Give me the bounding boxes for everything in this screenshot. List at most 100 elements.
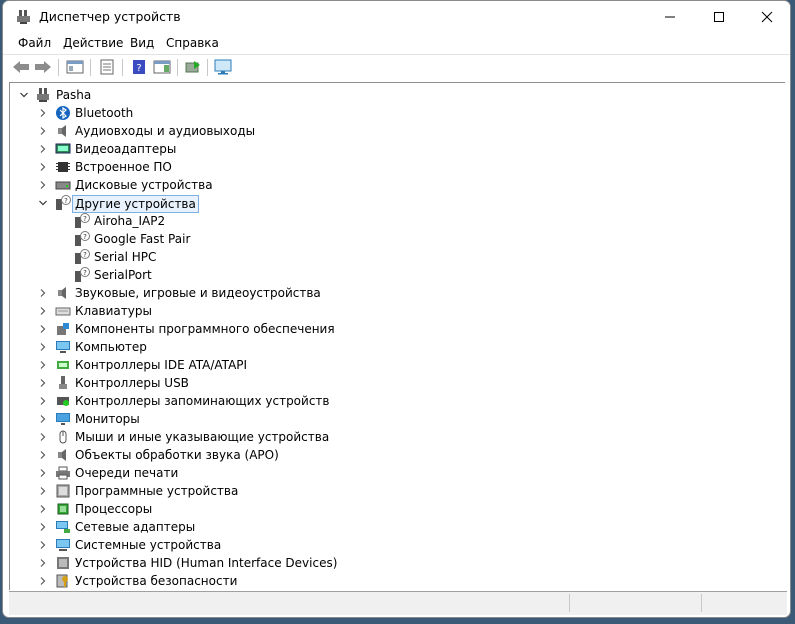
tree-category-row[interactable]: Аудиовходы и аудиовыходы <box>10 122 780 140</box>
update-driver-button[interactable] <box>183 57 203 77</box>
computer-root-icon <box>37 88 49 102</box>
expand-chevron-icon[interactable] <box>37 158 49 176</box>
status-bar <box>9 591 787 615</box>
tree-category-row[interactable]: Мониторы <box>10 410 780 428</box>
tree-category-row[interactable]: Звуковые, игровые и видеоустройства <box>10 284 780 302</box>
toolbar-separator <box>177 59 178 76</box>
title-bar[interactable]: Диспетчер устройств <box>3 1 790 33</box>
expand-chevron-icon[interactable] <box>37 302 49 320</box>
menu-action[interactable]: Действие <box>63 36 123 50</box>
menu-file[interactable]: Файл <box>18 36 51 50</box>
hid-icon <box>57 557 69 569</box>
security-device-icon <box>56 574 68 588</box>
maximize-icon <box>714 12 724 22</box>
tree-category-row[interactable]: Видеоадаптеры <box>10 140 780 158</box>
network-adapter-icon <box>56 521 70 533</box>
tree-category-label: Объекты обработки звука (APO) <box>75 448 279 462</box>
expand-chevron-icon[interactable] <box>37 446 49 464</box>
mouse-icon <box>59 430 67 444</box>
toolbar-separator <box>122 59 123 76</box>
vertical-scrollbar[interactable] <box>785 82 790 590</box>
maximize-button[interactable] <box>696 1 742 33</box>
storage-controller-icon <box>57 397 69 406</box>
show-hide-console-tree-button[interactable] <box>65 57 85 77</box>
tree-category-label: Видеоадаптеры <box>75 142 177 156</box>
usb-icon <box>59 376 67 389</box>
tree-category-row[interactable]: Программные устройства <box>10 482 780 500</box>
unknown-device-icon: ? <box>75 213 90 228</box>
device-tree[interactable]: Pasha Bluetooth Аудиовходы и аудиовыходы В… <box>9 82 785 590</box>
menu-view[interactable]: Вид <box>130 36 154 50</box>
tree-category-row[interactable]: Встроенное ПО <box>10 158 780 176</box>
tree-device-row[interactable]: ? SerialPort <box>10 266 780 284</box>
unknown-device-icon: ? <box>75 231 90 246</box>
expand-chevron-icon[interactable] <box>37 176 49 194</box>
tree-category-label: Мыши и иные указывающие устройства <box>75 430 330 444</box>
tree-category-label: Звуковые, игровые и видеоустройства <box>75 286 321 300</box>
action-pane-button[interactable] <box>152 57 172 77</box>
tree-category-row[interactable]: Мыши и иные указывающие устройства <box>10 428 780 446</box>
unknown-device-icon: ? <box>75 249 90 264</box>
expand-chevron-icon[interactable] <box>37 536 49 554</box>
tree-category-row[interactable]: ? Другие устройства <box>10 194 780 213</box>
expand-chevron-icon[interactable] <box>37 554 49 572</box>
tree-category-label: Встроенное ПО <box>75 160 172 174</box>
expand-chevron-icon[interactable] <box>37 518 49 536</box>
expand-chevron-icon[interactable] <box>37 392 49 410</box>
expand-chevron-icon[interactable] <box>37 104 49 122</box>
toolbar-separator <box>207 59 208 76</box>
tree-category-row[interactable]: Контроллеры IDE ATA/ATAPI <box>10 356 780 374</box>
tree-category-row[interactable]: Контроллеры USB <box>10 374 780 392</box>
tree-device-row[interactable]: ? Airoha_IAP2 <box>10 212 780 230</box>
collapse-chevron-icon[interactable] <box>18 86 30 104</box>
help-button[interactable]: ? <box>129 57 149 77</box>
menu-help[interactable]: Справка <box>166 36 219 50</box>
expand-chevron-icon[interactable] <box>37 482 49 500</box>
action-pane-icon <box>153 60 171 74</box>
tree-device-row[interactable]: ? Google Fast Pair <box>10 230 780 248</box>
tree-category-row[interactable]: Компоненты программного обеспечения <box>10 320 780 338</box>
tree-category-row[interactable]: Устройства HID (Human Interface Devices) <box>10 554 780 572</box>
ide-controller-icon <box>57 361 69 369</box>
tree-category-row[interactable]: Процессоры <box>10 500 780 518</box>
expand-chevron-icon[interactable] <box>37 428 49 446</box>
help-book-icon: ? <box>133 60 145 74</box>
tree-category-row[interactable]: Дисковые устройства <box>10 176 780 194</box>
tree-category-row[interactable]: Клавиатуры <box>10 302 780 320</box>
tree-category-row[interactable]: Контроллеры запоминающих устройств <box>10 392 780 410</box>
back-button[interactable] <box>11 57 31 77</box>
tree-category-row[interactable]: Устройства безопасности <box>10 572 780 590</box>
expand-chevron-icon[interactable] <box>37 284 49 302</box>
status-cell <box>701 594 786 612</box>
tree-category-row[interactable]: Очереди печати <box>10 464 780 482</box>
collapse-chevron-icon[interactable] <box>37 194 49 212</box>
expand-chevron-icon[interactable] <box>37 500 49 518</box>
properties-button[interactable] <box>97 57 117 77</box>
tree-category-row[interactable]: Объекты обработки звука (APO) <box>10 446 780 464</box>
expand-chevron-icon[interactable] <box>37 122 49 140</box>
tree-category-row[interactable]: Системные устройства <box>10 536 780 554</box>
tree-category-row[interactable]: Сетевые адаптеры <box>10 518 780 536</box>
expand-chevron-icon[interactable] <box>37 464 49 482</box>
tree-root-row[interactable]: Pasha <box>10 86 780 104</box>
tree-category-row[interactable]: Bluetooth <box>10 104 780 122</box>
expand-chevron-icon[interactable] <box>37 374 49 392</box>
scan-hardware-button[interactable] <box>213 57 233 77</box>
close-button[interactable] <box>744 1 790 33</box>
minimize-button[interactable] <box>647 1 693 33</box>
tree-category-label: Аудиовходы и аудиовыходы <box>75 124 256 138</box>
expand-chevron-icon[interactable] <box>37 338 49 356</box>
expand-chevron-icon[interactable] <box>37 410 49 428</box>
expand-chevron-icon[interactable] <box>37 140 49 158</box>
device-manager-app-icon <box>17 10 30 24</box>
expand-chevron-icon[interactable] <box>37 572 49 590</box>
expand-chevron-icon[interactable] <box>37 320 49 338</box>
tree-category-label: Устройства HID (Human Interface Devices) <box>75 556 338 570</box>
unknown-device-icon: ? <box>56 195 71 210</box>
tree-category-label: Мониторы <box>75 412 140 426</box>
tree-category-row[interactable]: Компьютер <box>10 338 780 356</box>
expand-chevron-icon[interactable] <box>37 356 49 374</box>
tree-device-row[interactable]: ? Serial HPC <box>10 248 780 266</box>
forward-button[interactable] <box>33 57 53 77</box>
tree-category-label: Сетевые адаптеры <box>75 520 196 534</box>
